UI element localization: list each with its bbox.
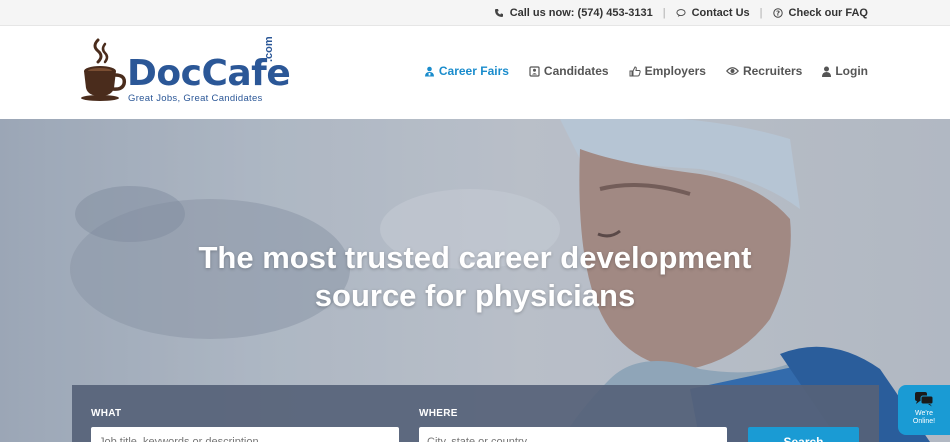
hero-headline: The most trusted career development sour…: [0, 239, 950, 315]
search-button[interactable]: Search: [748, 427, 859, 442]
hero-headline-line-1: The most trusted career development: [198, 240, 752, 275]
chat-bubble-icon: [676, 8, 686, 18]
phone-icon: [494, 8, 504, 18]
faq-link[interactable]: ? Check our FAQ: [772, 7, 868, 19]
main-nav: Career Fairs Candidates Employers Recrui…: [424, 64, 868, 78]
topbar-separator: |: [662, 7, 666, 19]
where-input[interactable]: [419, 427, 727, 442]
logo-tagline: Great Jobs, Great Candidates: [128, 93, 263, 104]
chat-icon: [915, 392, 934, 407]
nav-login[interactable]: Login: [822, 64, 868, 78]
nav-candidates-label: Candidates: [543, 64, 609, 78]
eye-icon: [725, 67, 739, 75]
contact-us-link[interactable]: Contact Us: [676, 7, 750, 19]
nav-employers[interactable]: Employers: [629, 64, 706, 78]
contact-us-label: Contact Us: [691, 7, 750, 19]
thumbs-up-icon: [629, 65, 641, 76]
nav-career-fairs-label: Career Fairs: [438, 64, 509, 78]
chat-status-line-2: Online!: [912, 418, 936, 425]
what-input[interactable]: [91, 427, 399, 442]
hero-headline-line-2: source for physicians: [314, 278, 636, 313]
faq-label: Check our FAQ: [788, 7, 868, 19]
logo-domain-suffix: .com: [263, 36, 275, 62]
nav-recruiters-label: Recruiters: [742, 64, 803, 78]
chat-status-line-1: We're: [915, 410, 933, 417]
nav-career-fairs[interactable]: Career Fairs: [424, 64, 509, 78]
doccafe-logo[interactable]: DocCafe .com Great Jobs, Great Candidate…: [80, 36, 291, 108]
call-us-link[interactable]: Call us now: (574) 453-3131: [494, 7, 653, 19]
job-search-panel: WHAT WHERE Search: [72, 385, 879, 442]
svg-text:?: ?: [776, 10, 780, 18]
nav-employers-label: Employers: [644, 64, 706, 78]
what-label: WHAT: [91, 408, 122, 419]
user-icon: [822, 66, 832, 77]
site-header: DocCafe .com Great Jobs, Great Candidate…: [0, 26, 950, 119]
id-card-icon: [529, 65, 540, 77]
live-chat-widget[interactable]: We're Online!: [898, 385, 950, 435]
question-circle-icon: ?: [772, 8, 783, 18]
nav-recruiters[interactable]: Recruiters: [725, 64, 803, 78]
where-label: WHERE: [419, 408, 458, 419]
call-us-label: Call us now: (574) 453-3131: [509, 7, 653, 19]
nav-login-label: Login: [835, 64, 868, 78]
topbar-separator: |: [759, 7, 763, 19]
top-utility-bar: Call us now: (574) 453-3131 | Contact Us…: [0, 0, 950, 26]
nav-candidates[interactable]: Candidates: [529, 64, 609, 78]
person-badge-icon: [424, 66, 434, 76]
coffee-cup-icon: [81, 38, 127, 101]
